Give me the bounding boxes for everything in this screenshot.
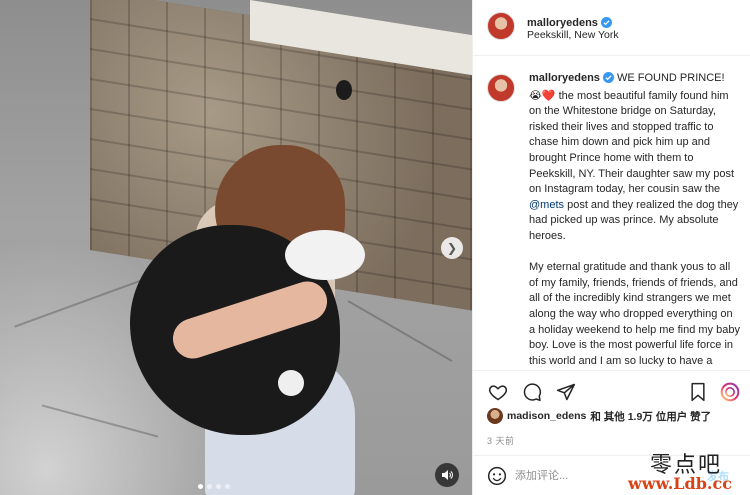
drain-hole — [336, 80, 352, 100]
likes-summary: madison_edens 和 其他 1.9万 位用户 赞了 — [487, 408, 747, 424]
speaker-icon — [442, 470, 453, 480]
reels-icon — [720, 382, 740, 402]
bookmark-icon — [691, 382, 705, 402]
caption-avatar[interactable] — [487, 74, 515, 102]
comment-icon — [523, 383, 542, 402]
crying-heart-emoji: 😭❤️ — [529, 89, 556, 102]
carousel-dot — [198, 484, 203, 489]
action-bar — [473, 370, 750, 410]
verified-badge-icon — [602, 72, 614, 89]
ground-crack — [41, 404, 159, 438]
caption-scroll-area[interactable]: malloryedens WE FOUND PRINCE! 😭❤️ the mo… — [473, 64, 750, 370]
header-username[interactable]: malloryedens — [527, 17, 598, 29]
share-button[interactable] — [555, 381, 577, 403]
post-timestamp[interactable]: 3 天前 — [487, 434, 515, 447]
carousel-dot — [216, 484, 221, 489]
caption-paragraph-1: the most beautiful family found him on t… — [529, 89, 735, 196]
sound-toggle-button[interactable] — [435, 463, 459, 487]
emoji-button[interactable] — [487, 466, 507, 486]
ground-crack — [347, 300, 453, 362]
reels-button[interactable] — [719, 381, 741, 403]
avatar[interactable] — [487, 12, 515, 40]
caption-text: malloryedens WE FOUND PRINCE! 😭❤️ the mo… — [529, 71, 741, 369]
next-slide-button[interactable]: ❯ — [441, 237, 463, 259]
like-button[interactable] — [487, 381, 509, 403]
post-media[interactable]: ❯ — [0, 0, 472, 495]
carousel-dot — [225, 484, 230, 489]
liker-username[interactable]: madison_edens — [507, 410, 586, 422]
dog-face — [285, 230, 365, 280]
post-side-panel: malloryedens Peekskill, New York mallory… — [472, 0, 750, 495]
chevron-right-icon: ❯ — [446, 241, 458, 255]
liker-avatar[interactable] — [487, 408, 503, 424]
comment-button[interactable] — [521, 381, 543, 403]
heart-icon — [488, 385, 508, 401]
send-icon — [556, 383, 576, 401]
smiley-icon — [487, 466, 507, 486]
watermark-url: www.Ldb.cc — [628, 474, 732, 493]
caption-paragraph-2: My eternal gratitude and thank yous to a… — [529, 261, 740, 367]
dog-paw — [278, 370, 304, 396]
caption-headline: WE FOUND PRINCE! — [616, 72, 725, 84]
save-button[interactable] — [687, 381, 709, 403]
carousel-dot — [207, 484, 212, 489]
likes-text[interactable]: 和 其他 1.9万 位用户 赞了 — [590, 409, 711, 424]
carousel-dots — [198, 484, 230, 489]
mention-link[interactable]: @mets — [529, 199, 564, 211]
caption-username[interactable]: malloryedens — [529, 72, 600, 84]
post-header: malloryedens Peekskill, New York — [473, 0, 750, 56]
post-location[interactable]: Peekskill, New York — [527, 29, 619, 41]
